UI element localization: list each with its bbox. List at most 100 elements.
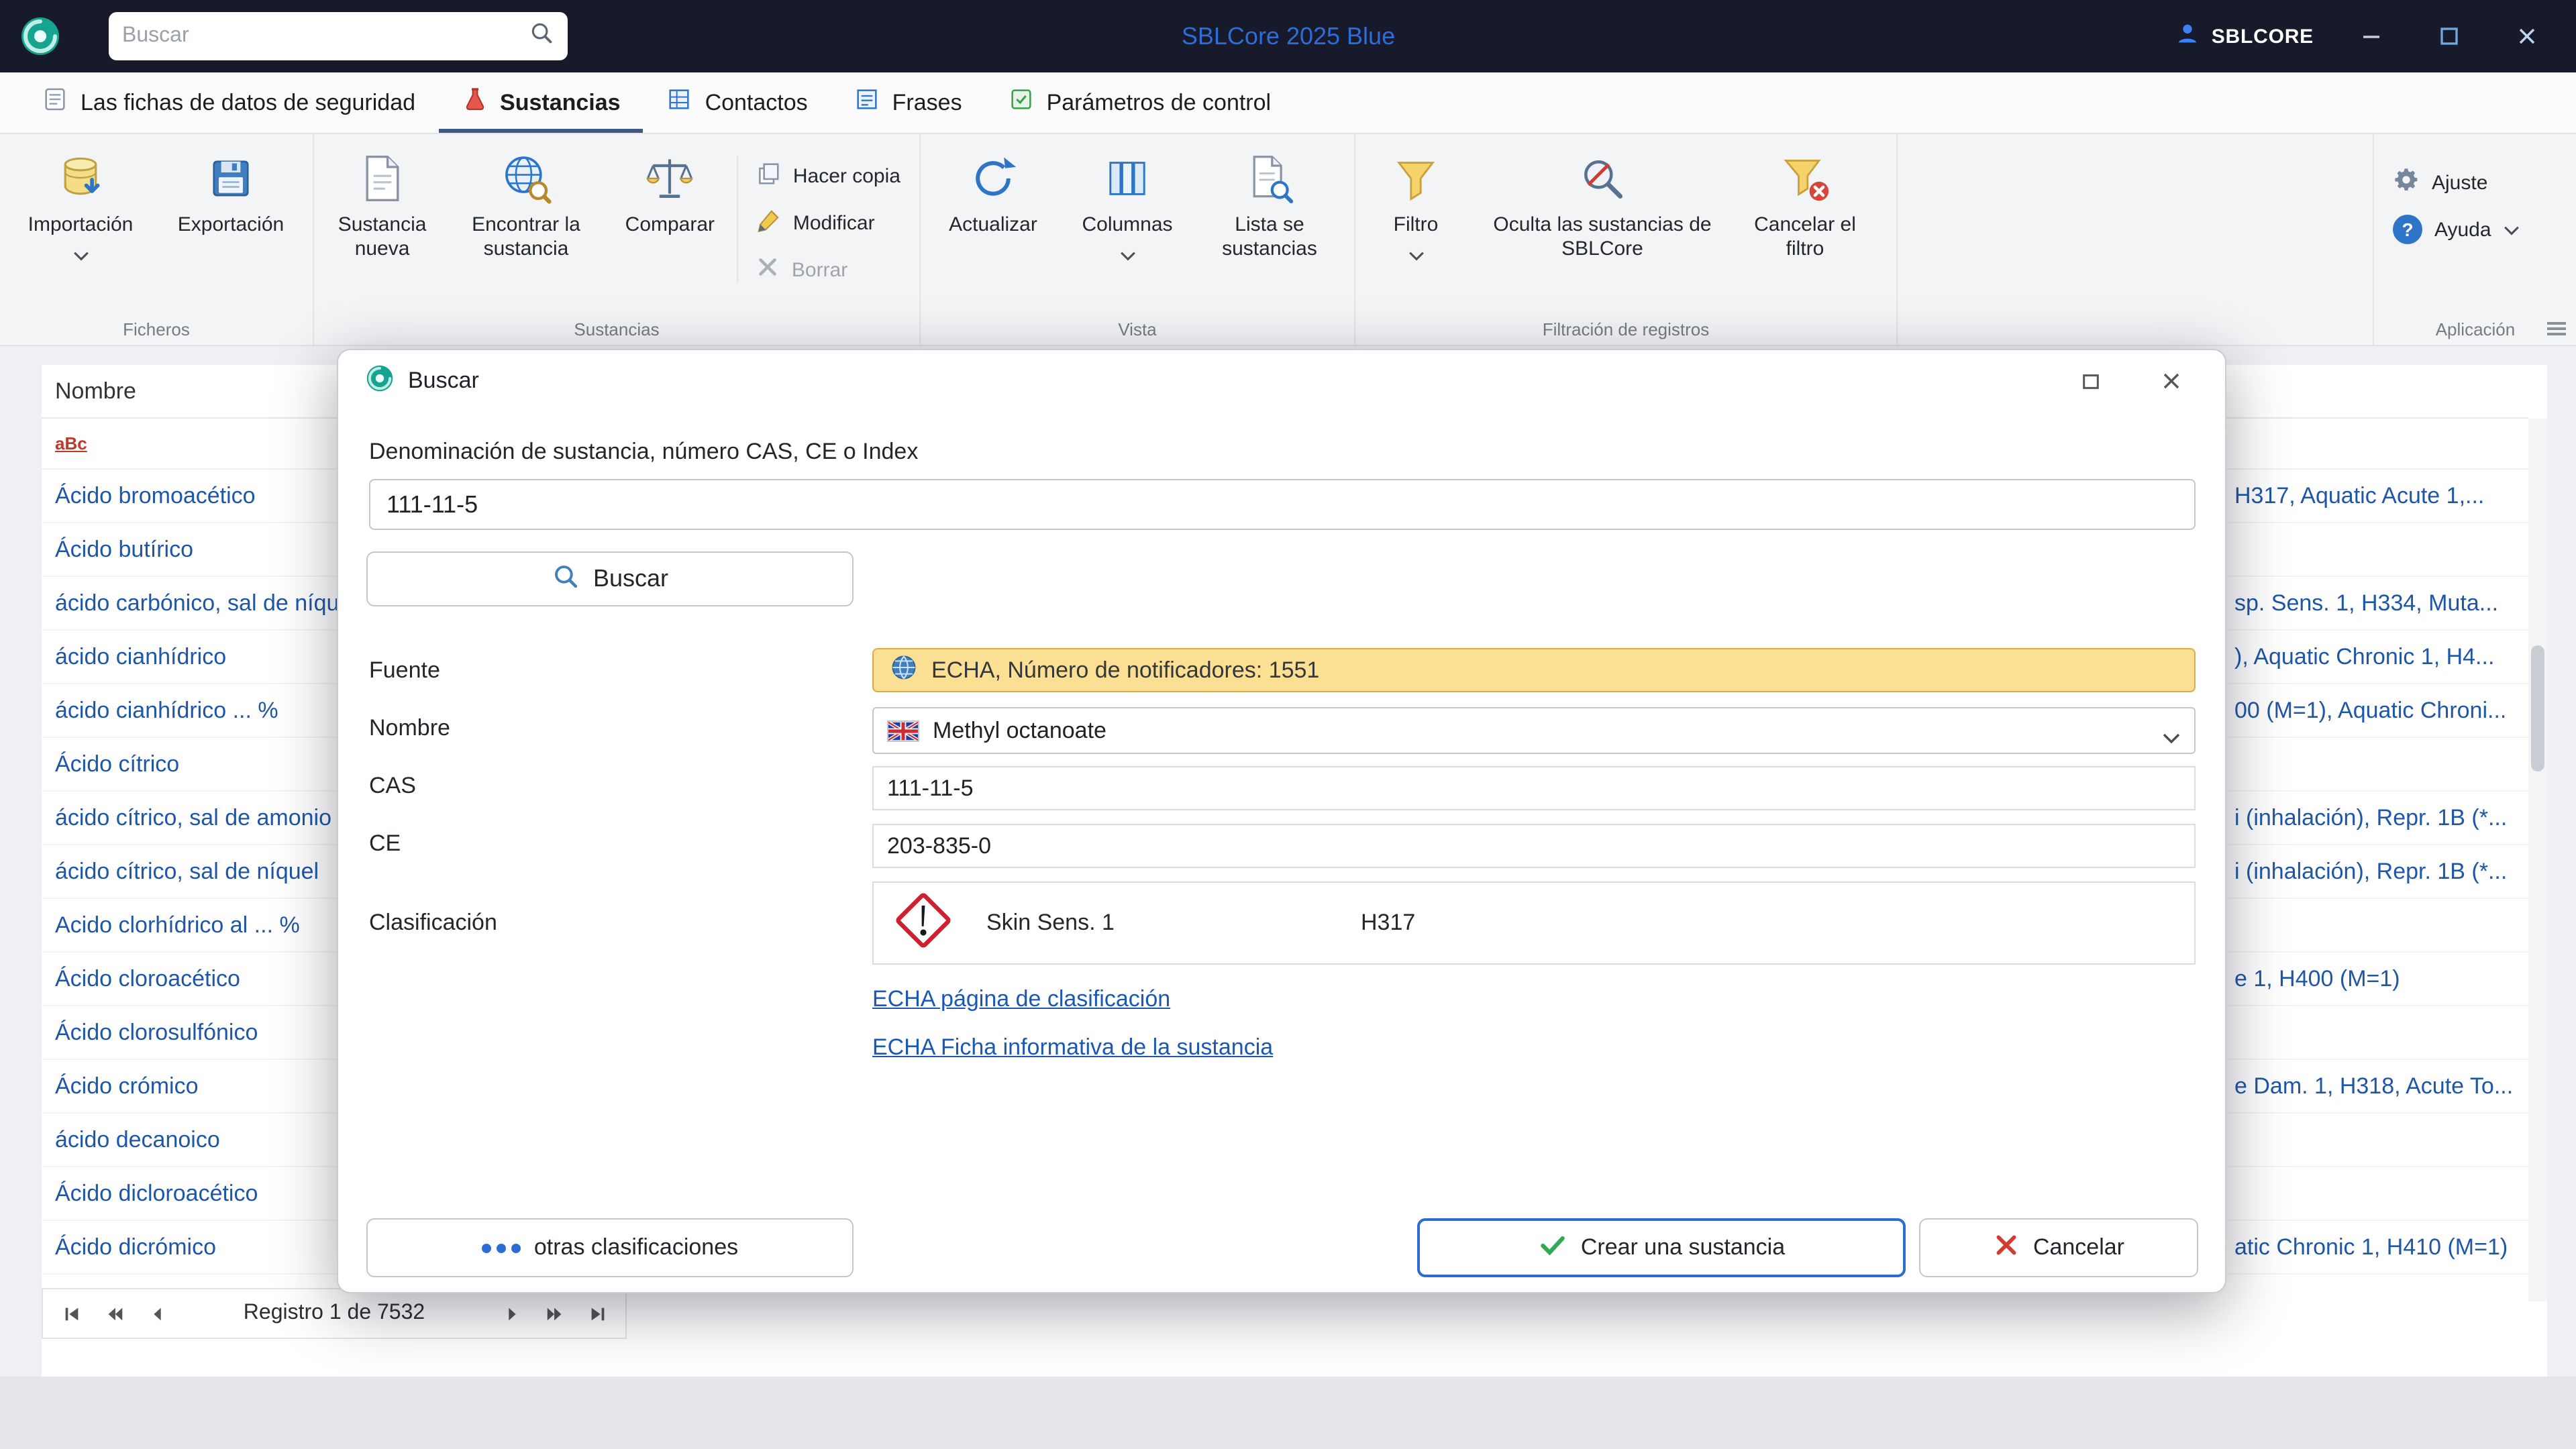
chevron-down-icon <box>1119 244 1136 268</box>
tab-sustancias[interactable]: Sustancias <box>438 72 643 133</box>
import-icon <box>55 150 106 207</box>
ghs07-pictogram-icon <box>892 889 954 957</box>
classification-fragment: ), Aquatic Chronic 1, H4... <box>2234 643 2495 669</box>
classification-fragment: i (inhalación), Repr. 1B (*... <box>2234 804 2508 830</box>
echa-infocard-link[interactable]: ECHA Ficha informativa de la sustancia <box>872 1034 1273 1061</box>
substance-name: ácido carbónico, sal de níque <box>55 590 352 615</box>
substance-name: ácido decanoico <box>55 1126 220 1152</box>
global-search-input[interactable] <box>122 24 529 48</box>
copy-button[interactable]: Hacer copia <box>745 156 911 197</box>
user-account-button[interactable]: SBLCORE <box>2174 20 2314 52</box>
echa-classification-link[interactable]: ECHA página de clasificación <box>872 986 1170 1013</box>
find-substance-icon <box>499 150 553 207</box>
tab-contactos[interactable]: Contactos <box>643 72 831 133</box>
substance-name: ácido cianhídrico <box>55 643 227 669</box>
fast-next-button[interactable] <box>534 1295 574 1332</box>
contacts-icon <box>666 86 693 119</box>
find-substance-button[interactable]: Encontrar la sustancia <box>445 142 607 264</box>
group-label-ficheros: Ficheros <box>123 319 190 339</box>
other-classifications-button[interactable]: otras clasificaciones <box>366 1218 854 1277</box>
new-substance-button[interactable]: Sustancia nueva <box>319 142 445 264</box>
fast-prev-button[interactable] <box>94 1295 134 1332</box>
next-record-button[interactable] <box>491 1295 531 1332</box>
app-logo-icon <box>19 15 62 58</box>
prev-record-button[interactable] <box>137 1295 177 1332</box>
settings-button[interactable]: Ajuste <box>2382 161 2532 204</box>
tab-frases[interactable]: Frases <box>831 72 985 133</box>
scrollbar-thumb[interactable] <box>2531 645 2544 771</box>
uk-flag-icon <box>887 720 919 741</box>
filter-icon <box>1392 150 1440 207</box>
menu-icon[interactable] <box>2547 319 2566 338</box>
last-record-button[interactable] <box>577 1295 617 1332</box>
chevron-down-icon <box>72 244 89 268</box>
substance-name: Ácido crómico <box>55 1073 199 1098</box>
maximize-button[interactable] <box>2429 16 2469 56</box>
user-icon <box>2174 20 2201 52</box>
global-search-box[interactable] <box>109 12 568 60</box>
chevron-down-icon <box>1407 244 1425 268</box>
ribbon-spacer <box>1898 134 2373 345</box>
delete-icon <box>756 255 780 284</box>
substances-icon <box>461 86 488 119</box>
dialog-close-button[interactable] <box>2153 362 2190 400</box>
export-button[interactable]: Exportación <box>156 142 306 240</box>
source-field[interactable]: ECHA, Número de notificadores: 1551 <box>872 648 2196 692</box>
dialog-titlebar: Buscar <box>338 350 2225 412</box>
classification-fragment: e 1, H400 (M=1) <box>2234 965 2400 991</box>
abc-filter-icon: aBc <box>55 433 87 453</box>
dialog-search-button[interactable]: Buscar <box>366 551 854 606</box>
substance-name: Ácido cloroacético <box>55 965 240 991</box>
dialog-maximize-button[interactable] <box>2072 362 2110 400</box>
record-navigator: Registro 1 de 7532 <box>42 1288 627 1339</box>
hide-sblcore-substances-button[interactable]: Oculta las sustancias de SBLCore <box>1471 142 1734 264</box>
columns-button[interactable]: Columnas <box>1060 142 1194 271</box>
gear-icon <box>2393 166 2420 199</box>
minimize-button[interactable] <box>2351 16 2391 56</box>
search-prompt-label: Denominación de sustancia, número CAS, C… <box>369 439 919 464</box>
name-dropdown[interactable]: Methyl octanoate <box>872 707 2196 754</box>
delete-button[interactable]: Borrar <box>745 250 911 290</box>
classification-fragment: sp. Sens. 1, H334, Muta... <box>2234 590 2499 615</box>
ce-field[interactable]: 203-835-0 <box>872 824 2196 868</box>
record-counter: Registro 1 de 7532 <box>243 1301 425 1324</box>
classification-fragment: e Dam. 1, H318, Acute To... <box>2234 1073 2514 1098</box>
ribbon-group-ficheros: Importación Exportación Ficheros <box>0 134 314 345</box>
module-tabbar: Las fichas de datos de seguridad Sustanc… <box>0 72 2576 134</box>
cas-field[interactable]: 111-11-5 <box>872 766 2196 810</box>
help-button[interactable]: ? Ayuda <box>2382 209 2532 250</box>
classification-fragment: 00 (M=1), Aquatic Chroni... <box>2234 697 2507 722</box>
search-dialog: Buscar Denominación de sustancia, número… <box>337 349 2226 1293</box>
control-params-icon <box>1008 86 1035 119</box>
chevron-down-icon <box>2162 724 2181 751</box>
first-record-button[interactable] <box>51 1295 91 1332</box>
vertical-scrollbar[interactable] <box>2528 419 2547 1301</box>
export-icon <box>207 150 255 207</box>
substance-list-button[interactable]: Lista se sustancias <box>1194 142 1345 264</box>
classification-fragment: H317, Aquatic Acute 1,... <box>2234 482 2485 508</box>
close-button[interactable] <box>2507 16 2547 56</box>
import-button[interactable]: Importación <box>5 142 156 271</box>
refresh-button[interactable]: Actualizar <box>926 142 1060 240</box>
group-label-filtracion: Filtración de registros <box>1542 319 1710 339</box>
cancel-filter-button[interactable]: Cancelar el filtro <box>1734 142 1876 264</box>
substance-name: ácido cítrico, sal de amonio y <box>55 804 350 830</box>
substance-name: Ácido dicrómico <box>55 1234 216 1259</box>
substance-name: ácido cianhídrico ... % <box>55 697 278 722</box>
compare-button[interactable]: Comparar <box>607 142 733 240</box>
create-substance-button[interactable]: Crear una sustancia <box>1417 1218 1906 1277</box>
name-value: Methyl octanoate <box>933 717 1106 743</box>
cancel-button[interactable]: Cancelar <box>1919 1218 2198 1277</box>
edit-button[interactable]: Modificar <box>745 203 911 244</box>
substance-query-input[interactable] <box>369 479 2196 530</box>
tab-label: Frases <box>892 89 962 115</box>
substance-name: Ácido cítrico <box>55 751 180 776</box>
ce-label: CE <box>369 830 401 856</box>
columns-icon <box>1103 150 1151 207</box>
tab-fichas-datos-seguridad[interactable]: Las fichas de datos de seguridad <box>19 72 438 133</box>
tab-label: Sustancias <box>500 89 621 115</box>
refresh-icon <box>968 150 1019 207</box>
filter-button[interactable]: Filtro <box>1361 142 1471 271</box>
tab-parametros-control[interactable]: Parámetros de control <box>985 72 1294 133</box>
application-window: SBLCore 2025 Blue SBLCORE Las fichas de … <box>0 0 2576 1449</box>
